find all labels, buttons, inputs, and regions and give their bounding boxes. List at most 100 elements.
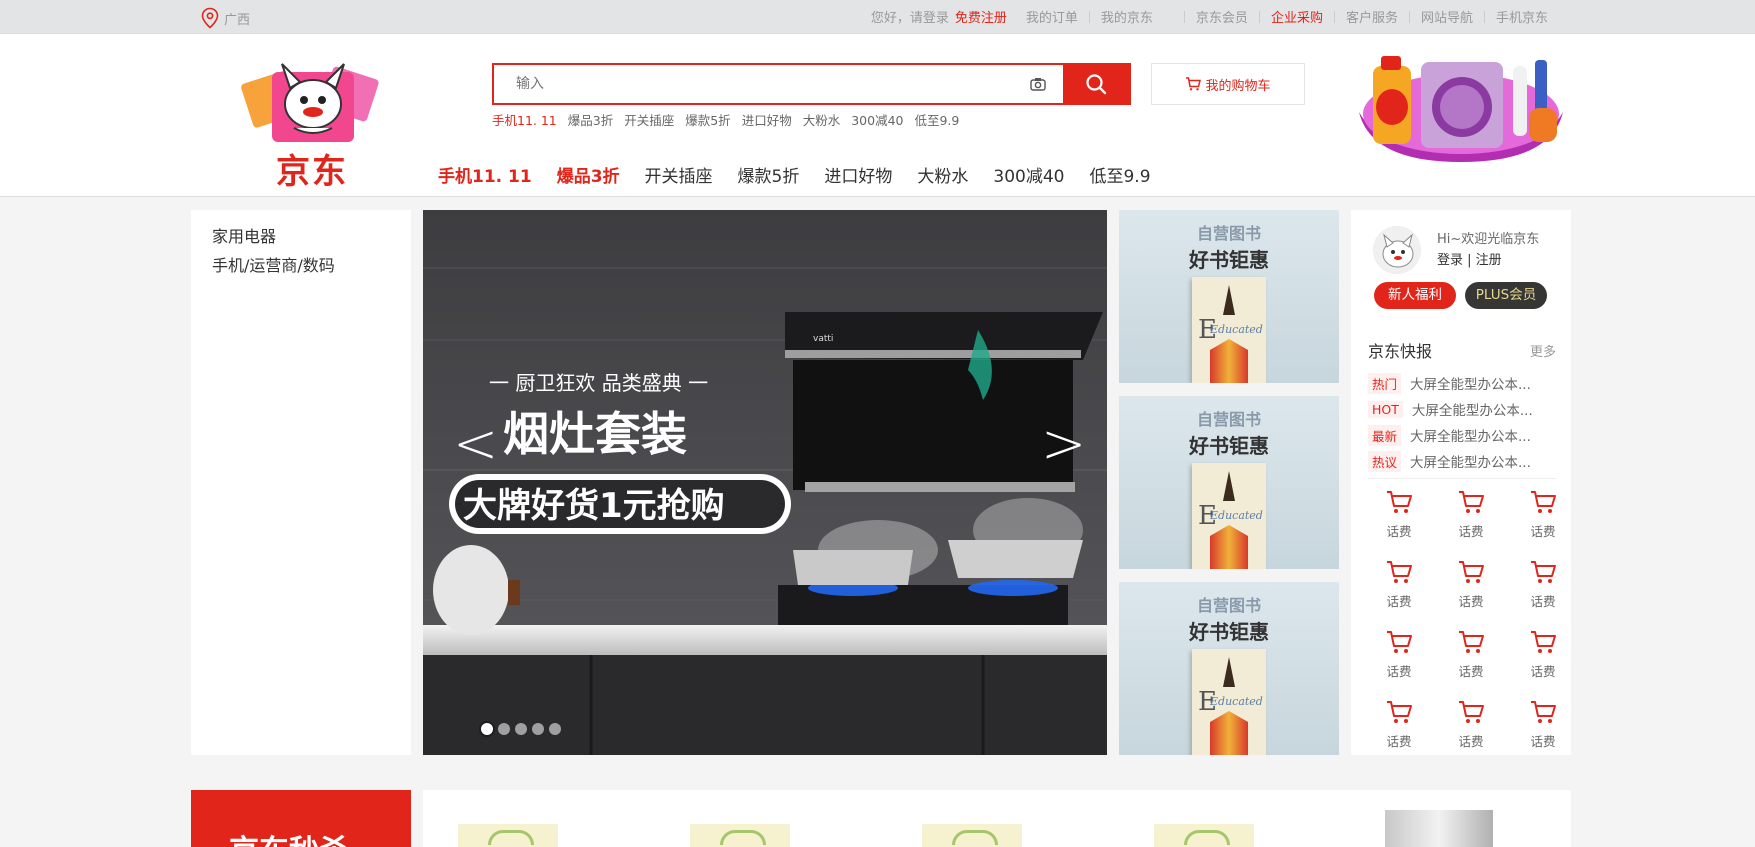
banner-prev-button[interactable]: <	[453, 417, 498, 471]
news-item[interactable]: 最新 大屏全能型办公本...	[1368, 422, 1556, 448]
hotword-link[interactable]: 开关插座	[624, 110, 674, 129]
banner-line3: 大牌好货1元抢购	[463, 486, 725, 526]
nav-item[interactable]: 进口好物	[824, 162, 892, 187]
banner-dot[interactable]	[549, 723, 561, 735]
news-tag: 最新	[1368, 424, 1402, 446]
service-item[interactable]: 话费	[1507, 489, 1579, 540]
cart-icon	[1531, 491, 1556, 513]
nav-item[interactable]: 开关插座	[645, 162, 713, 187]
book-promo-card[interactable]: 自营图书 好书钜惠 E Educated	[1119, 396, 1339, 569]
banner-dot[interactable]	[515, 723, 527, 735]
my-jd-link[interactable]: 我的京东	[1090, 7, 1164, 26]
news-list: 热门 大屏全能型办公本... HOT 大屏全能型办公本... 最新 大屏全能型办公本.…	[1368, 370, 1556, 474]
service-item[interactable]: 话费	[1435, 699, 1507, 750]
product-image[interactable]	[922, 824, 1022, 847]
news-item[interactable]: 热议 大屏全能型办公本...	[1368, 448, 1556, 474]
hero-banner[interactable]: vatti 一 厨卫狂欢 品类盛典 一 烟灶套装 大牌好货1元抢购 < >	[423, 210, 1107, 755]
book-promo-card[interactable]: 自营图书 好书钜惠 E Educated	[1119, 582, 1339, 755]
nav-item[interactable]: 低至9.9	[1089, 162, 1150, 187]
main-nav: 手机11. 11 爆品3折 开关插座 爆款5折 进口好物 大粉水 300减40 …	[438, 162, 1176, 187]
product-image[interactable]	[690, 824, 790, 847]
service-item[interactable]: 话费	[1363, 699, 1435, 750]
banner-dot[interactable]	[498, 723, 510, 735]
service-item[interactable]: 话费	[1507, 699, 1579, 750]
nav-item[interactable]: 大粉水	[917, 162, 968, 187]
header-promo-image[interactable]	[1351, 52, 1571, 166]
nav-item[interactable]: 爆品3折	[557, 162, 620, 187]
book-promo-card[interactable]: 自营图书 好书钜惠 E Educated	[1119, 210, 1339, 383]
banner-next-button[interactable]: >	[1041, 417, 1086, 471]
cart-icon	[1531, 701, 1556, 723]
product-image[interactable]	[458, 824, 558, 847]
category-item[interactable]: 家用电器	[212, 222, 411, 251]
service-item[interactable]: 话费	[1363, 489, 1435, 540]
banner-dots	[481, 723, 566, 735]
cart-button[interactable]: 我的购物车	[1151, 63, 1305, 105]
news-item[interactable]: 热门 大屏全能型办公本...	[1368, 370, 1556, 396]
search-button[interactable]	[1063, 65, 1129, 103]
login-link[interactable]: 您好，请登录	[871, 7, 955, 26]
hotword-link[interactable]: 进口好物	[742, 110, 792, 129]
banner-dot[interactable]	[481, 723, 493, 735]
service-item[interactable]: 话费	[1435, 629, 1507, 680]
news-text: 大屏全能型办公本...	[1410, 455, 1531, 471]
avatar[interactable]	[1373, 226, 1421, 274]
hotword-link[interactable]: 爆品3折	[568, 110, 613, 129]
jd-member-link[interactable]: 京东会员	[1185, 7, 1259, 26]
site-nav-link[interactable]: 网站导航	[1410, 7, 1484, 26]
mobile-jd-link[interactable]: 手机京东	[1485, 7, 1559, 26]
hotword-link[interactable]: 大粉水	[803, 110, 841, 129]
login-link[interactable]: 登录	[1437, 253, 1463, 268]
news-item[interactable]: HOT 大屏全能型办公本...	[1368, 396, 1556, 422]
service-item[interactable]: 话费	[1363, 629, 1435, 680]
seckill-panel[interactable]: 京东秒杀	[191, 790, 411, 847]
user-panel: Hi~欢迎光临京东 登录 | 注册 新人福利 PLUS会员 京东快报 更多 热门…	[1351, 210, 1571, 755]
nav-item[interactable]: 手机11. 11	[438, 162, 532, 187]
jd-logo[interactable]: 京东	[238, 54, 388, 192]
logo-text: 京东	[276, 152, 348, 192]
category-item[interactable]: 手机/运营商/数码	[212, 251, 411, 280]
news-tag: HOT	[1368, 400, 1403, 418]
header: 京东 我的购物车 手机11. 11 爆品3折 开关插座 爆款5折 进口好物 大粉…	[0, 34, 1755, 197]
customer-service-link[interactable]: 客户服务	[1335, 7, 1409, 26]
search-input[interactable]	[494, 65, 1013, 103]
service-item[interactable]: 话费	[1435, 559, 1507, 610]
news-text: 大屏全能型办公本...	[1411, 403, 1533, 419]
cart-icon	[1531, 631, 1556, 653]
product-image[interactable]	[1385, 810, 1493, 847]
location-label: 广西	[224, 12, 251, 28]
hotword-link[interactable]: 爆款5折	[685, 110, 730, 129]
book-promo-subtitle: 好书钜惠	[1189, 620, 1269, 644]
banner-dot[interactable]	[532, 723, 544, 735]
service-item[interactable]: 话费	[1435, 489, 1507, 540]
register-link[interactable]: 免费注册	[955, 7, 1015, 26]
register-link[interactable]: 注册	[1476, 253, 1502, 268]
service-item[interactable]: 话费	[1507, 559, 1579, 610]
banner-brand: vatti	[813, 334, 833, 344]
service-item[interactable]: 话费	[1507, 629, 1579, 680]
enterprise-link[interactable]: 企业采购	[1260, 7, 1334, 26]
new-user-benefits-button[interactable]: 新人福利	[1374, 282, 1456, 309]
hotword-link[interactable]: 手机11. 11	[492, 110, 557, 129]
plus-member-button[interactable]: PLUS会员	[1465, 282, 1547, 309]
service-label: 话费	[1386, 524, 1412, 539]
news-text: 大屏全能型办公本...	[1410, 429, 1531, 445]
news-title: 京东快报	[1368, 342, 1433, 361]
nav-item[interactable]: 爆款5折	[738, 162, 800, 187]
cart-label: 我的购物车	[1205, 78, 1271, 94]
cart-icon	[1459, 491, 1484, 513]
camera-search-icon[interactable]	[1013, 65, 1063, 103]
book-cover-word: Educated	[1210, 323, 1263, 336]
location-selector[interactable]: 广西	[200, 7, 250, 29]
nav-item[interactable]: 300减40	[993, 162, 1064, 187]
top-bar: 广西 您好，请登录 免费注册 我的订单 我的京东 京东会员 企业采购 客户服务 …	[0, 0, 1755, 34]
product-image[interactable]	[1154, 824, 1254, 847]
service-item[interactable]: 话费	[1363, 559, 1435, 610]
hotword-link[interactable]: 300减40	[851, 110, 903, 129]
hotword-link[interactable]: 低至9.9	[914, 110, 959, 129]
news-more-link[interactable]: 更多	[1530, 341, 1556, 360]
service-label: 话费	[1530, 524, 1556, 539]
my-orders-link[interactable]: 我的订单	[1015, 7, 1089, 26]
banner-image: vatti 一 厨卫狂欢 品类盛典 一 烟灶套装 大牌好货1元抢购	[423, 210, 1107, 755]
location-pin-icon	[201, 7, 219, 29]
